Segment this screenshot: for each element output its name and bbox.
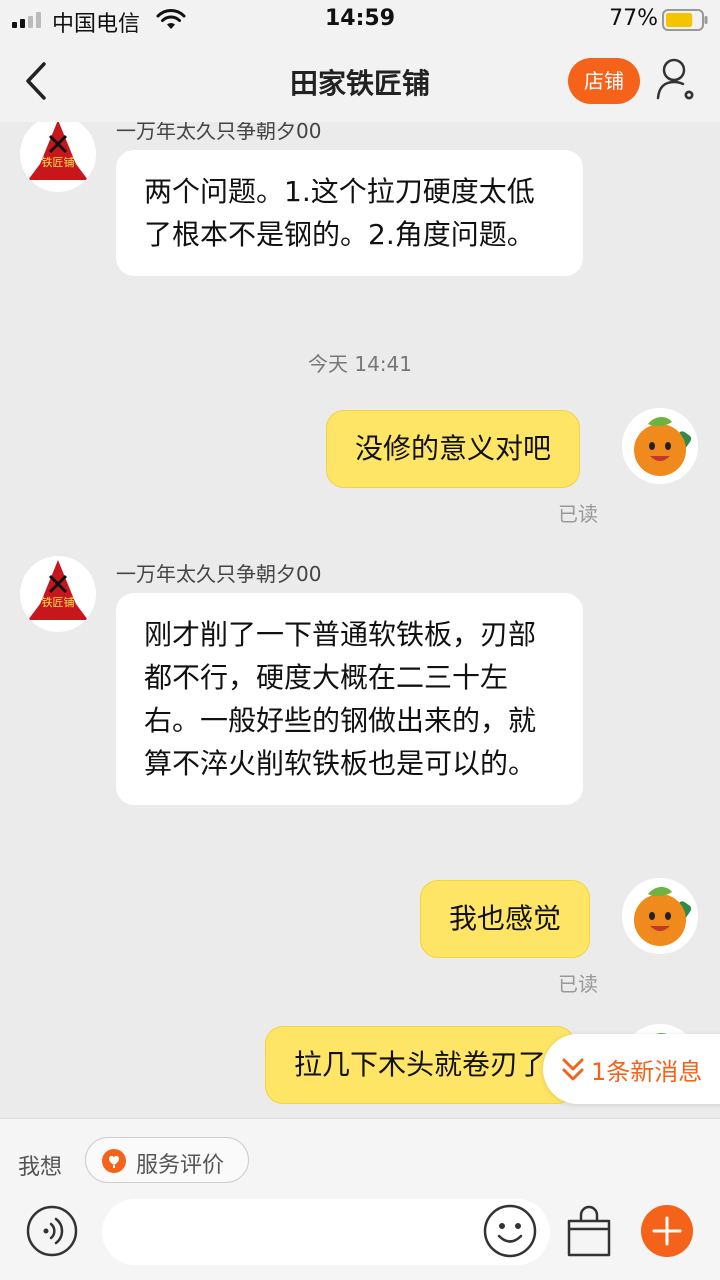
read-status: 已读 xyxy=(558,972,598,996)
nav-bar: 田家铁匠铺 店铺 xyxy=(0,40,720,122)
more-options-button[interactable] xyxy=(641,1205,693,1257)
service-rating-label: 服务评价 xyxy=(136,1153,225,1178)
user-avatar[interactable] xyxy=(622,408,698,484)
orange-avatar-icon xyxy=(622,408,698,484)
sender-name: 一万年太久只争朝夕00 xyxy=(116,562,322,586)
read-status: 已读 xyxy=(558,502,598,526)
shop-logo-text: 铁匠铺 xyxy=(42,596,75,609)
plus-icon xyxy=(652,1216,682,1246)
shop-logo-text: 铁匠铺 xyxy=(42,156,75,169)
quick-actions-label: 我想 xyxy=(18,1155,63,1180)
sender-name: 一万年太久只争朝夕00 xyxy=(116,122,322,143)
outgoing-message-bubble[interactable]: 我也感觉 xyxy=(420,880,591,958)
shop-avatar[interactable]: 铁匠铺 xyxy=(20,556,96,632)
rating-flower-icon xyxy=(102,1149,126,1173)
chat-area[interactable]: 铁匠铺 一万年太久只争朝夕00 两个问题。1.这个拉刀硬度太低了根本不是钢的。2… xyxy=(0,122,720,1118)
orange-avatar-icon xyxy=(622,878,698,954)
battery-icon xyxy=(662,9,708,31)
outgoing-message-bubble[interactable]: 拉几下木头就卷刃了 xyxy=(265,1026,576,1104)
shop-button[interactable]: 店铺 xyxy=(568,58,640,104)
timestamp-divider: 今天 14:41 xyxy=(308,352,412,376)
outgoing-message-bubble[interactable]: 没修的意义对吧 xyxy=(326,410,581,488)
new-message-label: 1条新消息 xyxy=(591,1058,703,1086)
bottom-bar: 我想 服务评价 xyxy=(0,1118,720,1280)
battery-percent: 77% xyxy=(609,6,658,31)
service-rating-button[interactable]: 服务评价 xyxy=(85,1137,249,1183)
shopping-bag-icon[interactable] xyxy=(564,1205,614,1259)
incoming-message-bubble[interactable]: 两个问题。1.这个拉刀硬度太低了根本不是钢的。2.角度问题。 xyxy=(116,150,583,276)
new-message-indicator[interactable]: 1条新消息 xyxy=(543,1034,720,1104)
incoming-message-bubble[interactable]: 刚才削了一下普通软铁板，刃部都不行，硬度大概在二三十左右。一般好些的钢做出来的，… xyxy=(116,593,583,805)
status-bar: 中国电信 14:59 77% xyxy=(0,0,720,40)
shop-logo-icon: 铁匠铺 xyxy=(28,560,88,620)
shop-avatar[interactable]: 铁匠铺 xyxy=(20,122,96,192)
shop-logo-icon: 铁匠铺 xyxy=(28,122,88,180)
emoji-icon[interactable] xyxy=(482,1203,538,1259)
user-settings-icon[interactable] xyxy=(656,56,700,104)
user-avatar[interactable] xyxy=(622,878,698,954)
voice-icon[interactable] xyxy=(26,1205,78,1257)
double-chevron-down-icon xyxy=(562,1058,584,1081)
